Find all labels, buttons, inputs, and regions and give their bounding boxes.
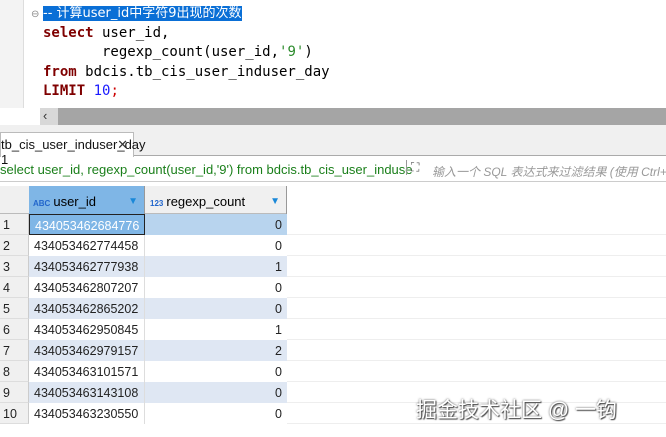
query-text: select user_id, regexp_count(user_id,'9'… — [0, 162, 413, 177]
scrollbar-thumb[interactable] — [58, 108, 666, 125]
row-number[interactable]: 4 — [0, 277, 29, 298]
column-label: user_id — [53, 194, 96, 209]
cell-regexp-count[interactable]: 1 — [145, 256, 287, 277]
cell-regexp-count[interactable]: 0 — [145, 403, 287, 424]
row-gridline — [287, 276, 666, 277]
code-text: bdcis.tb_cis_user_induser_day — [76, 63, 330, 80]
code-text: ) — [304, 44, 313, 60]
cell-regexp-count[interactable]: 0 — [145, 298, 287, 319]
close-icon[interactable]: ✕ — [117, 137, 128, 153]
row-number[interactable]: 6 — [0, 319, 29, 340]
cell-regexp-count[interactable]: 0 — [145, 382, 287, 403]
table-row[interactable]: 5 434053462865202 0 — [0, 298, 287, 319]
column-label: regexp_count — [166, 194, 246, 209]
string-literal: '9' — [279, 44, 305, 60]
number-literal: 10 — [93, 83, 111, 99]
table-row[interactable]: 7 434053462979157 2 — [0, 340, 287, 361]
sort-filter-icon[interactable]: ▼ — [128, 196, 138, 207]
cell-user-id[interactable]: 434053462807207 — [29, 277, 145, 298]
cell-user-id[interactable]: 434053462774458 — [29, 235, 145, 256]
row-number[interactable]: 9 — [0, 382, 29, 403]
row-number[interactable]: 3 — [0, 256, 29, 277]
row-gridline — [287, 339, 666, 340]
keyword-from: from — [43, 63, 77, 80]
row-gridline — [287, 297, 666, 298]
cell-regexp-count[interactable]: 1 — [145, 319, 287, 340]
row-gridline — [287, 381, 666, 382]
code-text: regexp_count(user_id, — [43, 44, 280, 60]
column-header-user-id[interactable]: ABC user_id ▼ — [29, 186, 145, 214]
cell-user-id[interactable]: 434053462865202 — [29, 298, 145, 319]
row-gridline — [287, 360, 666, 361]
cell-regexp-count[interactable]: 2 — [145, 340, 287, 361]
row-number[interactable]: 5 — [0, 298, 29, 319]
number-type-icon: 123 — [150, 199, 164, 208]
cell-regexp-count[interactable]: 0 — [145, 235, 287, 256]
row-gridline — [287, 234, 666, 235]
cell-user-id[interactable]: 434053463101571 — [29, 361, 145, 382]
table-row[interactable]: 3 434053462777938 1 — [0, 256, 287, 277]
sql-comment: -- 计算user_id中字符9出现的次数 — [43, 6, 242, 21]
code-text: user_id, — [93, 24, 170, 41]
row-number[interactable]: 7 — [0, 340, 29, 361]
sql-editor[interactable]: ⊖ -- 计算user_id中字符9出现的次数 select user_id, … — [0, 0, 666, 108]
cell-user-id[interactable]: 434053462777938 — [29, 256, 145, 277]
cell-regexp-count[interactable]: 0 — [145, 214, 287, 235]
cell-user-id[interactable]: 434053462979157 — [29, 340, 145, 361]
row-gridline — [287, 255, 666, 256]
column-header-regexp-count[interactable]: 123 regexp_count ▼ — [145, 186, 287, 214]
cell-user-id[interactable]: 434053463230550 — [29, 403, 145, 424]
row-number[interactable]: 8 — [0, 361, 29, 382]
cell-user-id[interactable]: 434053463143108 — [29, 382, 145, 403]
horizontal-scrollbar[interactable]: ‹ — [40, 108, 666, 125]
fold-icon[interactable]: ⊖ — [31, 9, 39, 20]
row-number[interactable]: 2 — [0, 235, 29, 256]
row-gridline — [287, 318, 666, 319]
editor-gutter — [0, 0, 24, 108]
text-type-icon: ABC — [33, 199, 51, 208]
cell-user-id[interactable]: 434053462950845 — [29, 319, 145, 340]
filter-bar: select user_id, regexp_count(user_id,'9'… — [0, 158, 666, 182]
table-row[interactable]: 9 434053463143108 0 — [0, 382, 287, 403]
grid-header: ABC user_id ▼ 123 regexp_count ▼ — [0, 186, 287, 214]
table-row[interactable]: 8 434053463101571 0 — [0, 361, 287, 382]
results-tabbar: tb_cis_user_induser_day 1 ✕ — [0, 130, 666, 167]
filter-input[interactable]: 输入一个 SQL 表达式来过滤结果 (使用 Ctrl+ — [432, 163, 666, 180]
cell-regexp-count[interactable]: 0 — [145, 277, 287, 298]
cell-user-id[interactable]: 434053462684776 — [29, 214, 145, 235]
table-row[interactable]: 1 434053462684776 0 — [0, 214, 287, 235]
expand-icon[interactable]: ⛶ — [406, 160, 419, 175]
sql-code[interactable]: -- 计算user_id中字符9出现的次数 select user_id, re… — [43, 4, 330, 102]
keyword-limit: LIMIT — [43, 83, 86, 99]
table-row[interactable]: 4 434053462807207 0 — [0, 277, 287, 298]
sort-filter-icon[interactable]: ▼ — [270, 196, 280, 207]
cell-regexp-count[interactable]: 0 — [145, 361, 287, 382]
tab-results[interactable]: tb_cis_user_induser_day 1 ✕ — [0, 132, 146, 167]
row-number[interactable]: 10 — [0, 403, 29, 424]
watermark: 掘金技术社区 @ 一钩 — [416, 399, 617, 422]
code-text: ; — [110, 83, 119, 99]
keyword-select: select — [43, 24, 94, 41]
scroll-left-icon[interactable]: ‹ — [43, 108, 47, 123]
table-row[interactable]: 6 434053462950845 1 — [0, 319, 287, 340]
table-row[interactable]: 10 434053463230550 0 — [0, 403, 287, 424]
table-row[interactable]: 2 434053462774458 0 — [0, 235, 287, 256]
row-number[interactable]: 1 — [0, 214, 29, 235]
